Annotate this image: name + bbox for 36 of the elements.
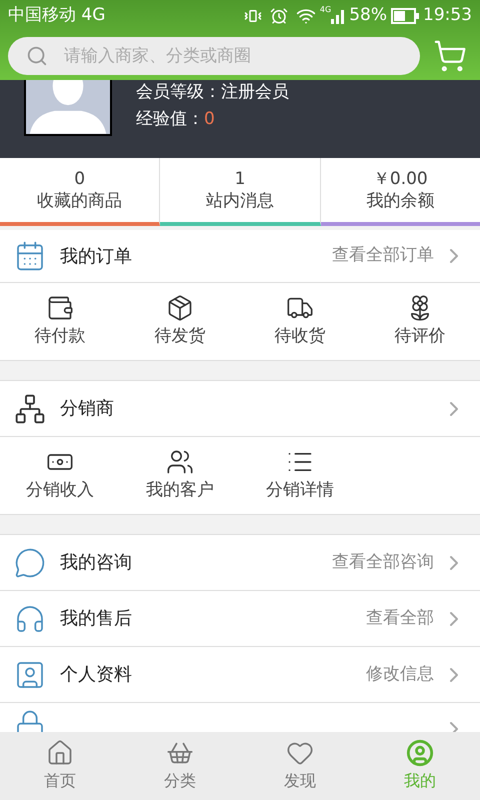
bottom-tab[interactable]: 发现 xyxy=(240,732,360,800)
menu-row[interactable]: 我的售后 查看全部 xyxy=(0,591,480,647)
order-status-button[interactable]: 待付款 xyxy=(0,283,120,360)
distributor-title: 分销商 xyxy=(60,397,114,421)
order-status-button[interactable]: 待评价 xyxy=(360,283,480,360)
distributor-option-button[interactable]: 我的客户 xyxy=(120,437,240,514)
clock-time: 19:53 xyxy=(423,4,472,28)
menu-row[interactable]: 我的咨询 查看全部咨询 xyxy=(0,535,480,591)
search-field[interactable]: 请输入商家、分类或商圈 xyxy=(8,37,420,75)
battery-percent: 58% xyxy=(349,4,387,28)
carrier-text: 中国移动 4G xyxy=(8,4,106,28)
order-status-button[interactable]: 待收货 xyxy=(240,283,360,360)
stat-tab[interactable]: 1 站内消息 xyxy=(160,158,321,226)
distributor-row[interactable]: 分销商 xyxy=(0,381,480,437)
stat-tab[interactable]: 0 收藏的商品 xyxy=(0,158,160,226)
network-type-text: 4G xyxy=(320,4,332,16)
menu-row-title: 个人资料 xyxy=(60,663,132,687)
orders-link: 查看全部订单 xyxy=(332,244,434,268)
distributor-option-button[interactable]: 分销收入 xyxy=(0,437,120,514)
orders-row[interactable]: 我的订单 查看全部订单 xyxy=(0,230,480,283)
menu-row-link: 查看全部咨询 xyxy=(332,550,434,574)
menu-row[interactable]: 个人资料 修改信息 xyxy=(0,647,480,703)
member-level-value: 注册会员 xyxy=(221,81,289,104)
bottom-tab[interactable]: 首页 xyxy=(0,732,120,800)
experience-label: 经验值： xyxy=(136,108,204,131)
orders-title: 我的订单 xyxy=(60,244,132,268)
order-status-button[interactable]: 待发货 xyxy=(120,283,240,360)
stat-tab[interactable]: ￥0.00 我的余额 xyxy=(320,158,480,226)
bottom-tab[interactable]: 分类 xyxy=(120,732,240,800)
distributor-option-button[interactable]: 分销详情 xyxy=(240,437,360,514)
menu-row-title: 我的咨询 xyxy=(60,551,132,575)
experience-value: 0 xyxy=(204,108,215,131)
menu-row-link: 修改信息 xyxy=(366,662,434,686)
menu-row-link: 查看全部 xyxy=(366,606,434,630)
menu-row-title: 我的售后 xyxy=(60,607,132,631)
member-level-label: 会员等级： xyxy=(136,81,221,104)
